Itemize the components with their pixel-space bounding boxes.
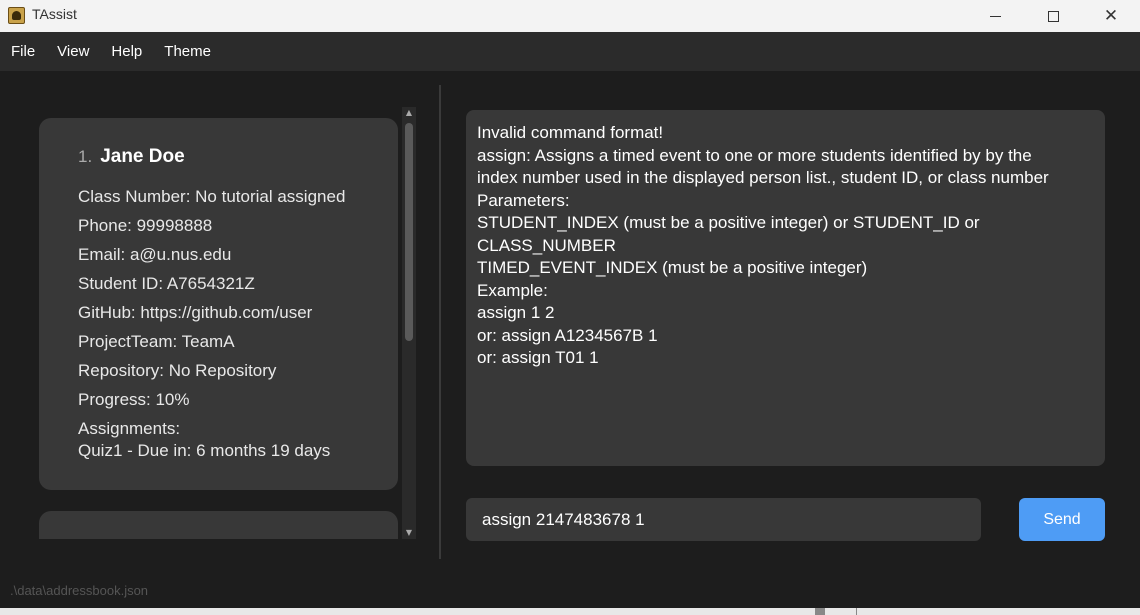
person-project-team: ProjectTeam: TeamA bbox=[78, 332, 235, 351]
person-card-header: 1. Jane Doe bbox=[78, 146, 398, 168]
close-icon: ✕ bbox=[1103, 5, 1119, 26]
result-display: Invalid command format! assign: Assigns … bbox=[466, 110, 1105, 466]
person-assignment-item: Quiz1 - Due in: 6 months 19 days bbox=[78, 441, 331, 460]
close-button[interactable]: ✕ bbox=[1082, 0, 1140, 32]
maximize-button[interactable] bbox=[1024, 0, 1082, 32]
scroll-down-icon[interactable]: ▼ bbox=[402, 527, 416, 539]
result-line: Parameters: bbox=[477, 190, 570, 210]
person-student-id: Student ID: A7654321Z bbox=[78, 274, 255, 293]
person-phone: Phone: 99998888 bbox=[78, 216, 213, 235]
person-repository: Repository: No Repository bbox=[78, 361, 277, 380]
person-list-scrollbar[interactable]: ▲ ▼ bbox=[402, 107, 416, 539]
result-line: or: assign A1234567B 1 bbox=[477, 325, 658, 345]
person-index: 1. bbox=[78, 147, 93, 166]
status-file-path: .\data\addressbook.json bbox=[10, 583, 149, 598]
maximize-icon bbox=[1047, 10, 1059, 22]
result-line: assign: Assigns a timed event to one or … bbox=[477, 145, 1032, 165]
result-line: Example: bbox=[477, 280, 548, 300]
person-github: GitHub: https://github.com/user bbox=[78, 303, 313, 322]
scroll-thumb[interactable] bbox=[405, 123, 413, 341]
result-line: TIMED_EVENT_INDEX (must be a positive in… bbox=[477, 258, 868, 277]
person-email: Email: a@u.nus.edu bbox=[78, 245, 232, 264]
menu-view[interactable]: View bbox=[46, 32, 100, 71]
minimize-icon bbox=[989, 15, 1001, 17]
taskbar-mark bbox=[815, 608, 825, 615]
app-icon bbox=[8, 7, 25, 24]
person-assignments-label: Assignments: bbox=[78, 419, 181, 438]
result-line: index number used in the displayed perso… bbox=[477, 168, 1049, 187]
menu-bar: File View Help Theme bbox=[0, 32, 1140, 71]
result-line: assign 1 2 bbox=[477, 303, 555, 322]
result-line: or: assign T01 1 bbox=[477, 348, 599, 367]
result-line: CLASS_NUMBER bbox=[477, 235, 616, 255]
person-card[interactable]: 1. Jane Doe Class Number: No tutorial as… bbox=[39, 118, 398, 490]
result-line: Invalid command format! bbox=[477, 123, 664, 142]
window-title: TAssist bbox=[32, 6, 77, 22]
command-input[interactable] bbox=[466, 498, 981, 541]
person-card-partial[interactable] bbox=[39, 511, 398, 539]
split-divider[interactable] bbox=[439, 85, 441, 559]
taskbar-divider bbox=[856, 608, 857, 615]
menu-help[interactable]: Help bbox=[100, 32, 153, 71]
taskbar-strip bbox=[0, 608, 1140, 615]
person-list[interactable]: 1. Jane Doe Class Number: No tutorial as… bbox=[38, 107, 418, 539]
send-button[interactable]: Send bbox=[1019, 498, 1105, 541]
menu-file[interactable]: File bbox=[0, 32, 46, 71]
result-line: STUDENT_INDEX (must be a positive intege… bbox=[477, 213, 980, 232]
scroll-up-icon[interactable]: ▲ bbox=[402, 107, 416, 119]
menu-theme[interactable]: Theme bbox=[153, 32, 222, 71]
person-class-number: Class Number: No tutorial assigned bbox=[78, 187, 346, 206]
minimize-button[interactable] bbox=[966, 0, 1024, 32]
main-area: 1. Jane Doe Class Number: No tutorial as… bbox=[0, 71, 1140, 615]
title-bar: TAssist ✕ bbox=[0, 0, 1140, 32]
person-name: Jane Doe bbox=[100, 146, 185, 167]
person-progress: Progress: 10% bbox=[78, 390, 190, 409]
